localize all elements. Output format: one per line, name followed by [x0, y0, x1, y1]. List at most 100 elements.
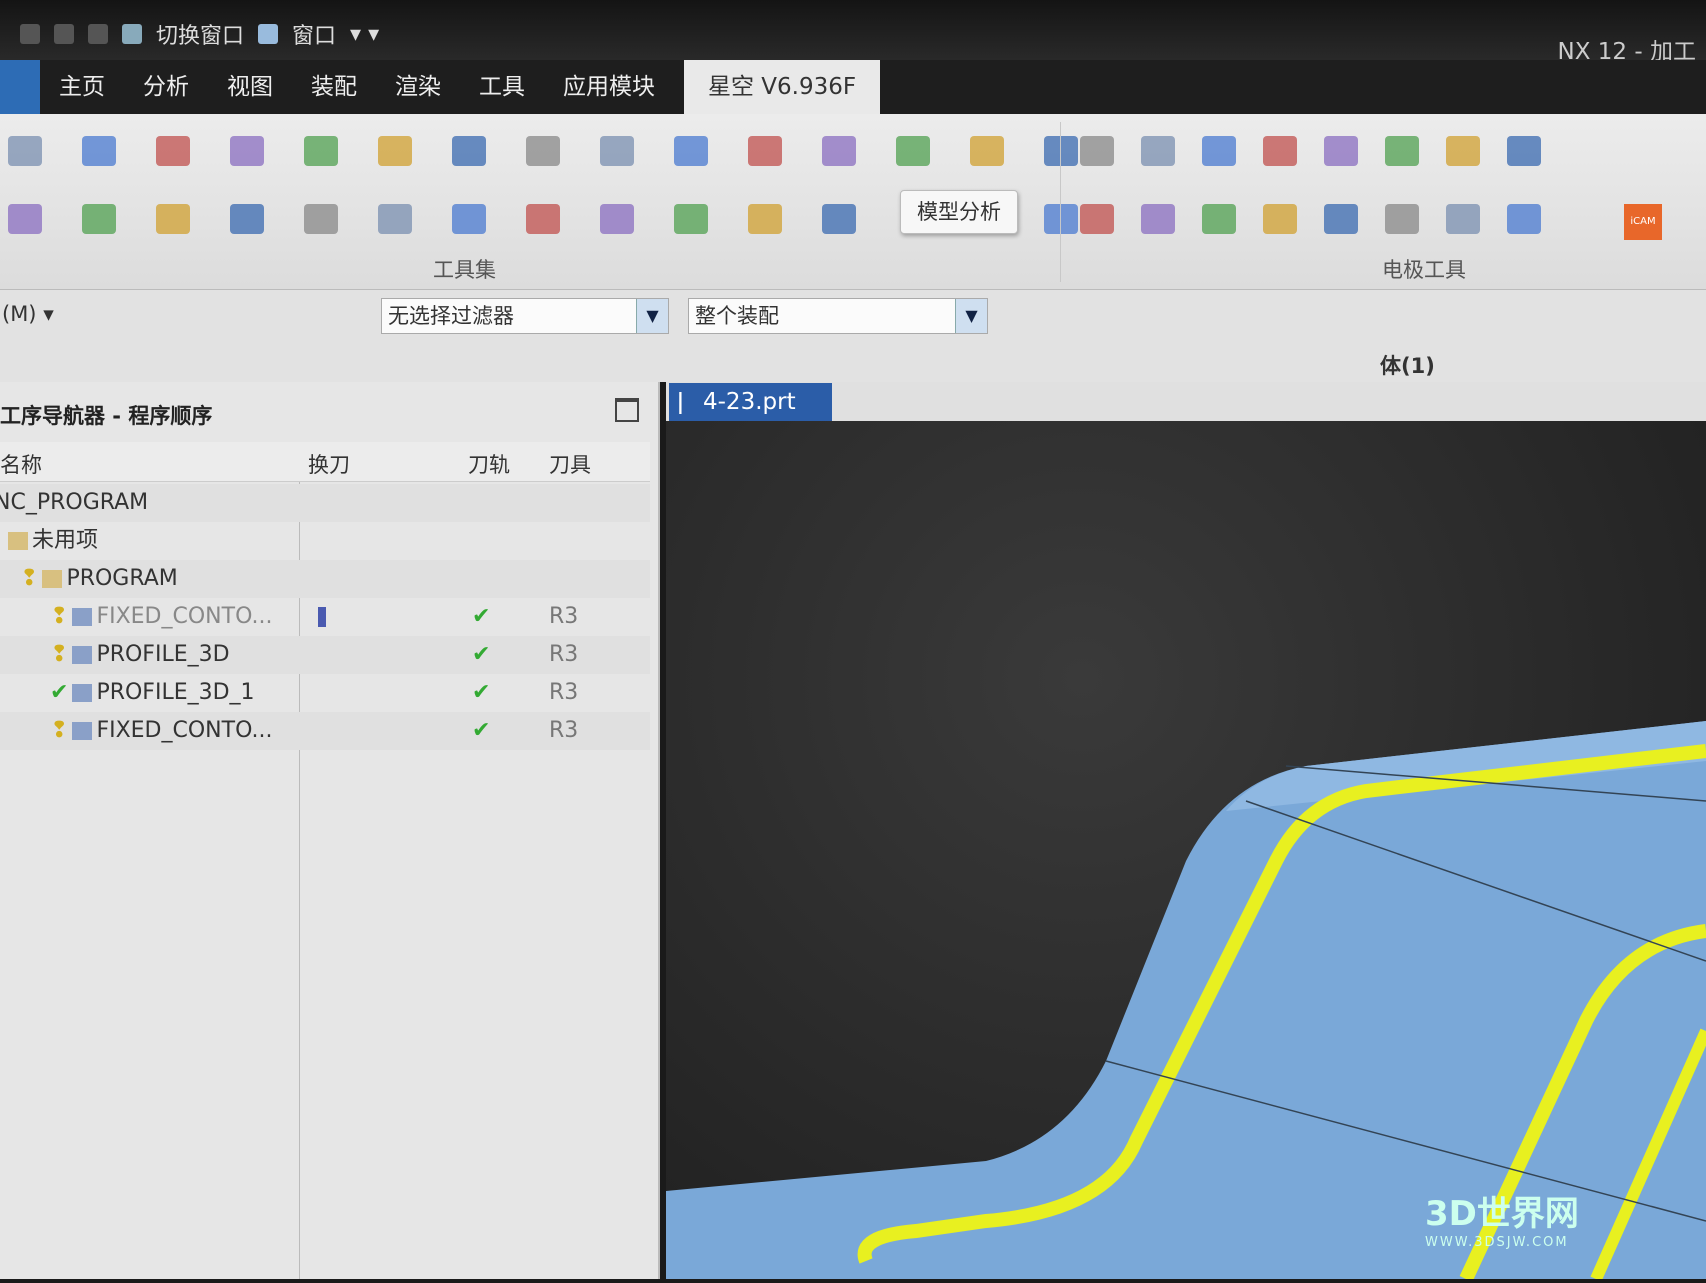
- measure-icon[interactable]: [1385, 136, 1419, 166]
- arrow-icon[interactable]: [1141, 204, 1175, 234]
- toolpath-status-check: ✔: [472, 642, 491, 667]
- save-icon[interactable]: [20, 24, 40, 44]
- shape-icon[interactable]: [156, 136, 190, 166]
- tab-analysis[interactable]: 分析: [124, 60, 208, 114]
- view-icon[interactable]: [1324, 136, 1358, 166]
- electrode-icon[interactable]: [378, 204, 412, 234]
- arrow-icon[interactable]: [82, 136, 116, 166]
- table-row[interactable]: NC_PROGRAM: [0, 484, 650, 522]
- undo-icon[interactable]: [54, 24, 74, 44]
- electrode-icon[interactable]: [452, 136, 486, 166]
- measure-icon[interactable]: [896, 136, 930, 166]
- row-name: PROFILE_3D: [96, 642, 230, 667]
- row-name-cell: ✔ PROFILE_3D_1: [50, 674, 255, 712]
- tool-icon[interactable]: [600, 136, 634, 166]
- part-tab[interactable]: ǀ 4-23.prt ×: [669, 383, 832, 453]
- table-row[interactable]: ❢ FIXED_CONTO... ✔ R3: [0, 598, 650, 636]
- selection-bar: (M) ▾ 无选择过滤器 ▼ 整个装配 ▼ 体(1): [0, 290, 1706, 382]
- row-name: 未用项: [32, 528, 99, 553]
- tooltip-model-analysis: 模型分析: [900, 190, 1018, 234]
- selection-scope-select[interactable]: 整个装配 ▼: [688, 298, 988, 334]
- misc-icon[interactable]: [452, 204, 486, 234]
- tool-icon[interactable]: [8, 136, 42, 166]
- electrode-icon[interactable]: [1044, 136, 1078, 166]
- table-row[interactable]: ❢ PROGRAM: [0, 560, 650, 598]
- tab-render[interactable]: 渲染: [376, 60, 460, 114]
- menu-dropdown[interactable]: (M) ▾: [2, 302, 54, 326]
- operation-icon: [72, 646, 93, 664]
- row-name: PROGRAM: [66, 566, 178, 591]
- analysis-icon[interactable]: [304, 204, 338, 234]
- shape-icon[interactable]: [82, 204, 116, 234]
- analysis-icon[interactable]: [378, 136, 412, 166]
- arrow-icon[interactable]: [674, 136, 708, 166]
- view-icon[interactable]: [156, 204, 190, 234]
- misc-icon[interactable]: [1507, 204, 1541, 234]
- row-name: FIXED_CONTO...: [96, 718, 273, 743]
- shape-icon[interactable]: [1263, 136, 1297, 166]
- table-row[interactable]: ✔ PROFILE_3D_1 ✔ R3: [0, 674, 650, 712]
- chevron-down-icon[interactable]: ▼: [636, 299, 668, 333]
- table-row[interactable]: ❢ PROFILE_3D ✔ R3: [0, 636, 650, 674]
- column-header-name[interactable]: 名称: [0, 449, 42, 479]
- column-header-tool[interactable]: 刀具: [549, 449, 591, 479]
- misc-icon[interactable]: [1044, 204, 1078, 234]
- tool-icon[interactable]: [526, 204, 560, 234]
- toolpath-status-check: ✔: [472, 604, 491, 629]
- 3d-viewport[interactable]: [666, 421, 1706, 1282]
- icam-icon[interactable]: iCAM: [1624, 204, 1662, 240]
- tool-cell: R3: [549, 718, 579, 743]
- window-menu-button[interactable]: 窗口: [292, 18, 336, 50]
- file-tab[interactable]: [0, 60, 40, 114]
- tab-assembly[interactable]: 装配: [292, 60, 376, 114]
- type-filter-select[interactable]: 无选择过滤器 ▼: [381, 298, 669, 334]
- type-filter-value: 无选择过滤器: [388, 304, 514, 328]
- electrode-icon[interactable]: [1446, 204, 1480, 234]
- shape-icon[interactable]: [748, 136, 782, 166]
- tab-applications[interactable]: 应用模块: [544, 60, 674, 114]
- shape-icon[interactable]: [1202, 204, 1236, 234]
- analysis-icon[interactable]: [1385, 204, 1419, 234]
- switch-window-button[interactable]: 切换窗口: [156, 18, 244, 50]
- view-icon[interactable]: [230, 136, 264, 166]
- tab-xingkong[interactable]: 星空 V6.936F: [684, 60, 881, 114]
- view-icon[interactable]: [748, 204, 782, 234]
- arrow-icon[interactable]: [8, 204, 42, 234]
- arrow-icon[interactable]: [1202, 136, 1236, 166]
- watermark-name: 3D世界网: [1425, 1194, 1579, 1234]
- measure-icon[interactable]: [1324, 204, 1358, 234]
- table-row[interactable]: ❢ FIXED_CONTO... ✔ R3: [0, 712, 650, 750]
- misc-icon[interactable]: [1080, 136, 1114, 166]
- shape-icon[interactable]: [674, 204, 708, 234]
- folder-icon: [8, 532, 28, 550]
- toolpath-status-check: ✔: [472, 718, 491, 743]
- row-name: PROFILE_3D_1: [96, 680, 255, 705]
- tab-home[interactable]: 主页: [40, 60, 124, 114]
- electrode-icon[interactable]: [1507, 136, 1541, 166]
- maximize-icon[interactable]: [615, 398, 639, 422]
- analysis-icon[interactable]: [970, 136, 1004, 166]
- check-icon: ✔: [50, 680, 69, 705]
- column-header-tool-change[interactable]: 换刀: [308, 449, 350, 479]
- chevron-down-icon[interactable]: ▾ ▾: [350, 22, 379, 47]
- measure-icon[interactable]: [230, 204, 264, 234]
- chevron-down-icon[interactable]: ▼: [955, 299, 987, 333]
- measure-icon[interactable]: [304, 136, 338, 166]
- table-row[interactable]: 未用项: [0, 522, 650, 560]
- arrow-icon[interactable]: [600, 204, 634, 234]
- misc-icon[interactable]: [526, 136, 560, 166]
- group-label-electrode-tools: 电极工具: [1382, 258, 1466, 282]
- tool-icon[interactable]: [1141, 136, 1175, 166]
- column-header-toolpath[interactable]: 刀轨: [468, 449, 510, 479]
- tool-icon[interactable]: [1080, 204, 1114, 234]
- view-icon[interactable]: [1263, 204, 1297, 234]
- tab-view[interactable]: 视图: [208, 60, 292, 114]
- analysis-icon[interactable]: [1446, 136, 1480, 166]
- row-name-cell: 未用项: [8, 522, 98, 560]
- redo-icon[interactable]: [88, 24, 108, 44]
- view-icon[interactable]: [822, 136, 856, 166]
- row-name-cell: NC_PROGRAM: [0, 484, 148, 522]
- measure-icon[interactable]: [822, 204, 856, 234]
- tab-tools[interactable]: 工具: [460, 60, 544, 114]
- group-divider: [1060, 122, 1061, 282]
